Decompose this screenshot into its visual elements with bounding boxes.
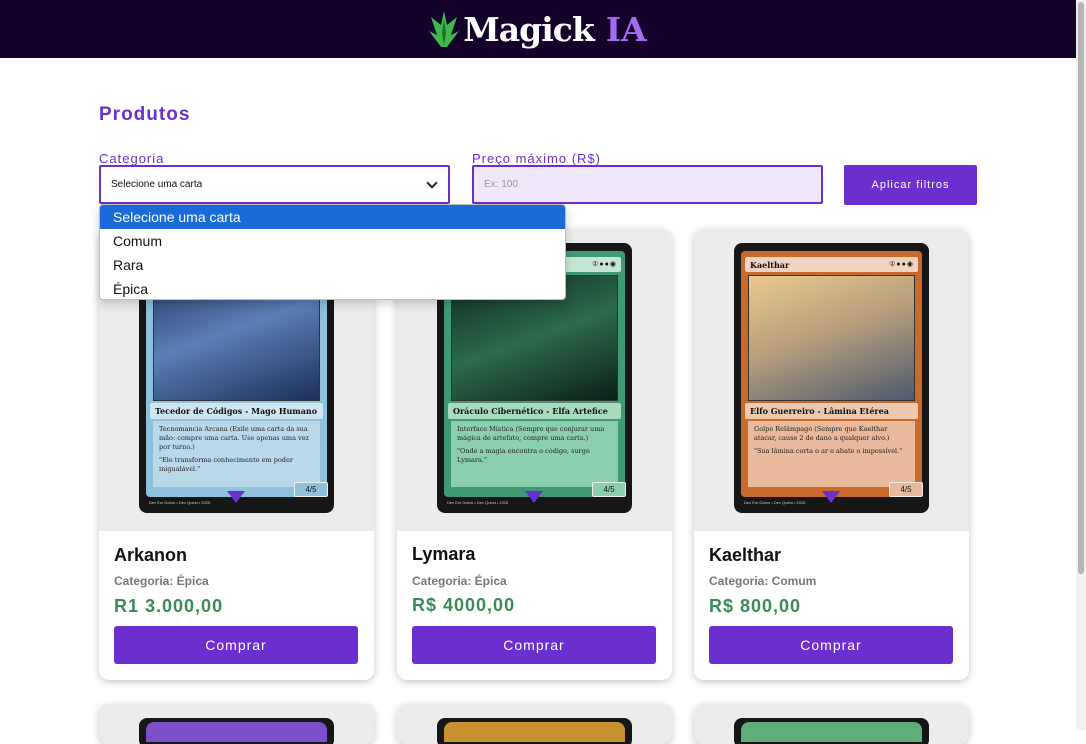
card-frame (146, 722, 327, 742)
mana-cost-icon: ①●●◉ (889, 261, 914, 268)
product-card-partial (694, 704, 969, 744)
card-rules: Interface Mística (Sempre que conjurar u… (457, 425, 605, 442)
option-epica[interactable]: Épica (100, 277, 565, 299)
card-type-line: Tecedor de Códigos - Mago Humano (150, 403, 323, 419)
option-comum[interactable]: Comum (100, 229, 565, 253)
apply-filters-button[interactable]: Aplicar filtros (844, 165, 977, 205)
page-title: Produtos (99, 104, 191, 125)
chevron-down-icon (426, 177, 438, 189)
logo-accent: IA (605, 9, 647, 49)
product-card: Kaelthar ①●●◉ Elfo Guerreiro - Lâmina Et… (694, 229, 969, 680)
set-symbol-icon (227, 491, 245, 503)
card-rules: Golpe Relâmpago (Sempre que Kaelthar ata… (754, 425, 890, 442)
product-name: Arkanon (114, 545, 188, 565)
card-text-box: Interface Mística (Sempre que conjurar u… (451, 421, 618, 487)
card-flavor: "Onde a magia encontra o código, surge L… (457, 447, 590, 464)
card-power-toughness: 4/5 (889, 482, 923, 497)
card-footer: Dev Em Dobro • Dev Quest • 2025 (149, 500, 211, 505)
max-price-input[interactable] (472, 165, 823, 204)
product-card-partial (397, 704, 672, 744)
product-price: R$ 800,00 (709, 596, 802, 616)
site-header: Magick IA (0, 0, 1076, 58)
category-select-value: Selecione uma carta (111, 179, 203, 190)
page-scrollbar[interactable] (1076, 0, 1086, 730)
card-power-toughness: 4/5 (294, 482, 328, 497)
card-image[interactable] (139, 718, 334, 744)
card-footer: Dev Em Dobro • Dev Quest • 2025 (744, 500, 806, 505)
card-image-area: Kaelthar ①●●◉ Elfo Guerreiro - Lâmina Et… (694, 229, 969, 531)
card-image[interactable] (734, 718, 929, 744)
logo-text: Magick (463, 9, 594, 49)
scrollbar-thumb[interactable] (1078, 2, 1084, 574)
card-text-box: Tecnomancia Arcana (Exile uma carta da s… (153, 421, 320, 487)
card-art (748, 275, 915, 401)
card-text-box: Golpe Relâmpago (Sempre que Kaelthar ata… (748, 421, 915, 487)
mana-cost-icon: ①●●◉ (592, 261, 617, 268)
product-name: Kaelthar (709, 545, 782, 565)
product-card-partial (99, 704, 374, 744)
price-label: Preço máximo (R$) (472, 151, 601, 166)
category-select[interactable]: Selecione uma carta (99, 165, 450, 204)
card-rules: Tecnomancia Arcana (Exile uma carta da s… (159, 425, 309, 451)
set-symbol-icon (525, 491, 543, 503)
option-rara[interactable]: Rara (100, 253, 565, 277)
card-power-toughness: 4/5 (592, 482, 626, 497)
category-dropdown: Selecione uma carta Comum Rara Épica (99, 204, 566, 300)
card-flavor: "Ele transforma conhecimento em poder in… (159, 456, 293, 473)
card-frame: Kaelthar ①●●◉ Elfo Guerreiro - Lâmina Et… (741, 251, 922, 497)
buy-button[interactable]: Comprar (709, 626, 953, 664)
card-frame (741, 722, 922, 742)
buy-button[interactable]: Comprar (114, 626, 358, 664)
product-category: Categoria: Épica (412, 574, 507, 588)
product-category: Categoria: Épica (114, 574, 209, 588)
card-image[interactable]: Kaelthar ①●●◉ Elfo Guerreiro - Lâmina Et… (734, 243, 929, 513)
category-label: Categoria (99, 151, 165, 166)
product-price: R$ 4000,00 (412, 595, 516, 615)
option-select-card[interactable]: Selecione uma carta (100, 205, 565, 229)
leaf-crown-icon (429, 11, 460, 47)
card-flavor: "Sua lâmina corta o ar e abate o impossí… (754, 447, 903, 455)
product-name: Lymara (412, 544, 476, 564)
product-price: R1 3.000,00 (114, 596, 224, 616)
set-symbol-icon (822, 491, 840, 503)
logo[interactable]: Magick IA (429, 9, 647, 49)
card-image[interactable] (437, 718, 632, 744)
card-footer: Dev Em Dobro • Dev Quest • 2025 (447, 500, 509, 505)
card-type-line: Elfo Guerreiro - Lâmina Etérea (745, 403, 918, 419)
buy-button[interactable]: Comprar (412, 626, 656, 664)
card-frame (444, 722, 625, 742)
card-type-line: Oráculo Cibernético - Elfa Artefice (448, 403, 621, 419)
product-category: Categoria: Comum (709, 574, 817, 588)
